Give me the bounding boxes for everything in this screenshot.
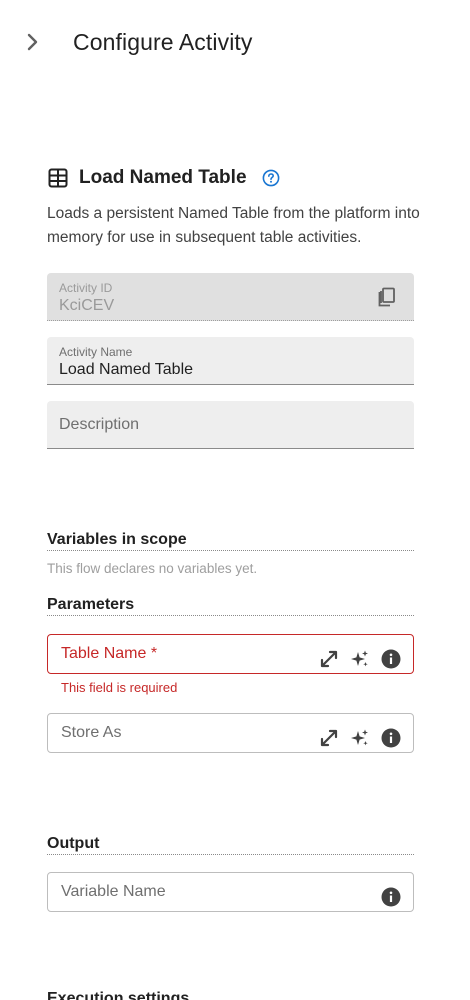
expand-icon[interactable] [319, 649, 339, 669]
table-name-field[interactable]: Table Name * [47, 634, 414, 674]
variables-heading: Variables in scope [47, 531, 414, 551]
activity-id-label: Activity ID [59, 281, 113, 295]
activity-name-field[interactable]: Activity Name Load Named Table [47, 337, 414, 385]
info-icon[interactable] [381, 649, 401, 669]
description-placeholder: Description [59, 416, 140, 433]
variable-name-field[interactable]: Variable Name [47, 872, 414, 912]
table-icon [47, 167, 69, 189]
activity-name-label: Activity Name [59, 345, 133, 359]
configure-activity-panel: Configure Activity Load Named Table Load… [0, 0, 470, 1000]
variable-name-label: Variable Name [61, 883, 166, 900]
activity-name-value[interactable]: Load Named Table [59, 361, 193, 379]
table-name-label: Table Name * [61, 645, 158, 662]
copy-icon[interactable] [376, 286, 398, 308]
activity-id-field: Activity ID KciCEV [47, 273, 414, 321]
chevron-right-icon[interactable] [20, 28, 46, 56]
execution-settings-heading: Execution settings [47, 990, 190, 1000]
activity-id-value: KciCEV [59, 297, 115, 314]
page-title: Configure Activity [73, 29, 253, 55]
table-name-error: This field is required [61, 680, 178, 695]
panel-header: Configure Activity [0, 0, 470, 84]
output-heading: Output [47, 835, 414, 855]
store-as-field[interactable]: Store As [47, 713, 414, 753]
parameters-heading: Parameters [47, 596, 414, 616]
description-field[interactable]: Description [47, 401, 414, 449]
expand-icon[interactable] [319, 728, 339, 748]
sparkle-icon[interactable] [350, 728, 370, 748]
activity-description: Loads a persistent Named Table from the … [47, 205, 420, 246]
info-icon[interactable] [381, 728, 401, 748]
variables-empty-text: This flow declares no variables yet. [47, 561, 258, 576]
sparkle-icon[interactable] [350, 649, 370, 669]
info-icon[interactable] [381, 887, 401, 907]
help-circle-icon[interactable] [261, 168, 281, 188]
activity-title: Load Named Table [79, 167, 247, 188]
activity-heading: Load Named Table [47, 165, 281, 191]
store-as-label: Store As [61, 724, 122, 741]
